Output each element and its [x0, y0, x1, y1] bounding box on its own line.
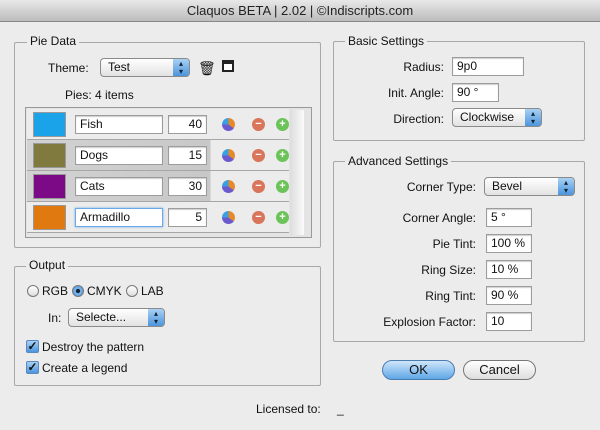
pie-data-label: Pie Data — [27, 34, 80, 48]
remove-icon[interactable]: − — [252, 180, 265, 193]
trash-icon[interactable]: 🗑 — [198, 60, 216, 77]
pie-color-icon[interactable] — [222, 118, 235, 131]
radio-lab-label: LAB — [141, 284, 164, 298]
radio-cmyk[interactable] — [72, 285, 84, 297]
direction-label: Direction: — [393, 112, 444, 126]
cancel-button[interactable]: Cancel — [463, 360, 536, 380]
pie-value-input[interactable]: 15 — [168, 146, 207, 165]
init-angle-label: Init. Angle: — [387, 86, 444, 100]
pie-color-icon[interactable] — [222, 180, 235, 193]
color-swatch[interactable] — [33, 143, 66, 168]
remove-icon[interactable]: − — [252, 149, 265, 162]
select-arrows-icon: ▴ ▾ — [173, 59, 189, 76]
pie-color-icon[interactable] — [222, 149, 235, 162]
color-swatch[interactable] — [33, 112, 66, 137]
color-swatch[interactable] — [33, 174, 66, 199]
corner-angle-input[interactable]: 5 ° — [486, 208, 532, 227]
pie-row: Fish 40 − + — [27, 109, 289, 140]
theme-select[interactable]: Test ▴ ▾ — [100, 58, 190, 77]
save-icon[interactable] — [222, 60, 234, 72]
pies-count: Pies: 4 items — [65, 88, 134, 102]
ring-tint-input[interactable]: 90 % — [486, 286, 532, 305]
remove-icon[interactable]: − — [252, 211, 265, 224]
basic-settings-label: Basic Settings — [345, 34, 428, 48]
remove-icon[interactable]: − — [252, 118, 265, 131]
pie-list-scrollbar[interactable] — [290, 110, 304, 235]
radius-input[interactable]: 9p0 — [452, 57, 524, 76]
pie-tint-input[interactable]: 100 % — [486, 234, 532, 253]
licensed-to-label: Licensed to: — [256, 402, 321, 416]
select-arrows-icon: ▴ ▾ — [148, 309, 164, 326]
ring-size-label: Ring Size: — [421, 263, 476, 277]
output-label: Output — [26, 258, 69, 272]
pie-tint-label: Pie Tint: — [432, 237, 476, 251]
window-title: Claquos BETA | 2.02 | ©Indiscripts.com — [186, 3, 414, 18]
corner-type-label: Corner Type: — [406, 180, 476, 194]
pie-name-input[interactable]: Fish — [75, 115, 163, 134]
title-bar: Claquos BETA | 2.02 | ©Indiscripts.com — [0, 0, 600, 22]
select-arrows-icon: ▴ ▾ — [558, 178, 574, 195]
select-arrows-icon: ▴ ▾ — [525, 109, 541, 126]
pie-row: Cats 30 − + — [27, 171, 289, 202]
radio-lab[interactable] — [126, 285, 138, 297]
pie-value-input[interactable]: 40 — [168, 115, 207, 134]
pie-value-input[interactable]: 30 — [168, 177, 207, 196]
destroy-pattern-label: Destroy the pattern — [42, 340, 145, 354]
explosion-factor-input[interactable]: 10 — [486, 312, 532, 331]
pie-value-input[interactable]: 5 — [168, 208, 207, 227]
add-icon[interactable]: + — [276, 149, 289, 162]
licensed-to-value: _ — [337, 402, 344, 416]
corner-type-select[interactable]: Bevel ▴ ▾ — [484, 177, 575, 196]
pie-name-input[interactable]: Cats — [75, 177, 163, 196]
advanced-settings-label: Advanced Settings — [345, 154, 452, 168]
pie-color-icon[interactable] — [222, 211, 235, 224]
explosion-factor-label: Explosion Factor: — [383, 315, 476, 329]
ring-size-input[interactable]: 10 % — [486, 260, 532, 279]
in-label: In: — [48, 311, 62, 325]
theme-value: Test — [108, 60, 131, 74]
corner-angle-label: Corner Angle: — [402, 211, 476, 225]
create-legend-label: Create a legend — [42, 361, 128, 375]
add-icon[interactable]: + — [276, 211, 289, 224]
add-icon[interactable]: + — [276, 180, 289, 193]
theme-label: Theme: — [48, 61, 89, 75]
radio-rgb-label: RGB — [42, 284, 69, 298]
ring-tint-label: Ring Tint: — [425, 289, 476, 303]
color-swatch[interactable] — [33, 205, 66, 230]
in-select[interactable]: Selecte... ▴ ▾ — [68, 308, 165, 327]
in-value: Selecte... — [76, 310, 127, 324]
pie-row: Dogs 15 − + — [27, 140, 289, 171]
radio-cmyk-label: CMYK — [87, 284, 122, 298]
radius-label: Radius: — [403, 60, 444, 74]
direction-select[interactable]: Clockwise ▴ ▾ — [452, 108, 542, 127]
add-icon[interactable]: + — [276, 118, 289, 131]
radio-rgb[interactable] — [27, 285, 39, 297]
pie-row: Armadillo 5 − + — [27, 202, 289, 233]
pie-name-input[interactable]: Armadillo — [75, 208, 163, 227]
create-legend-checkbox[interactable]: ✓ — [26, 361, 39, 374]
ok-button[interactable]: OK — [382, 360, 455, 380]
direction-value: Clockwise — [460, 110, 515, 124]
pie-name-input[interactable]: Dogs — [75, 146, 163, 165]
destroy-pattern-checkbox[interactable]: ✓ — [26, 340, 39, 353]
init-angle-input[interactable]: 90 ° — [452, 83, 499, 102]
corner-type-value: Bevel — [492, 179, 523, 193]
